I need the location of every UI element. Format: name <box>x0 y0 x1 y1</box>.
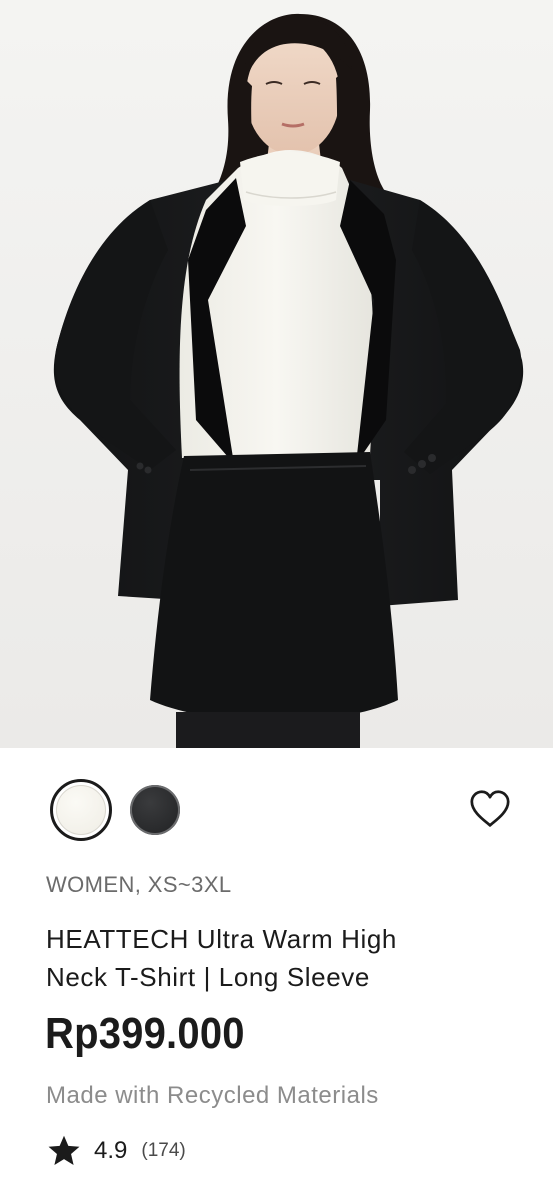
rating-value: 4.9 <box>94 1137 128 1164</box>
product-category: WOMEN, XS~3XL <box>46 872 232 897</box>
product-card: WOMEN, XS~3XL HEATTECH Ultra Warm High N… <box>0 0 553 1200</box>
product-photo-illustration <box>0 0 553 748</box>
product-title-line-1: HEATTECH Ultra Warm High <box>46 924 397 954</box>
wishlist-button[interactable] <box>467 786 513 832</box>
heart-outline-icon <box>470 790 510 827</box>
review-count: (174) <box>141 1140 186 1161</box>
product-image[interactable] <box>0 0 553 748</box>
color-swatch-white-fill <box>56 785 106 835</box>
star-icon <box>46 1133 82 1169</box>
product-price: Rp399.000 <box>45 1010 245 1058</box>
product-title-line-2: Neck T-Shirt | Long Sleeve <box>46 962 370 992</box>
product-title: HEATTECH Ultra Warm High Neck T-Shirt | … <box>46 920 516 996</box>
color-swatches <box>50 779 180 841</box>
color-swatch-white[interactable] <box>50 779 112 841</box>
recycled-materials-note: Made with Recycled Materials <box>46 1082 379 1109</box>
color-swatch-black[interactable] <box>130 785 180 835</box>
rating-summary[interactable]: 4.9 (174) <box>46 1131 186 1171</box>
